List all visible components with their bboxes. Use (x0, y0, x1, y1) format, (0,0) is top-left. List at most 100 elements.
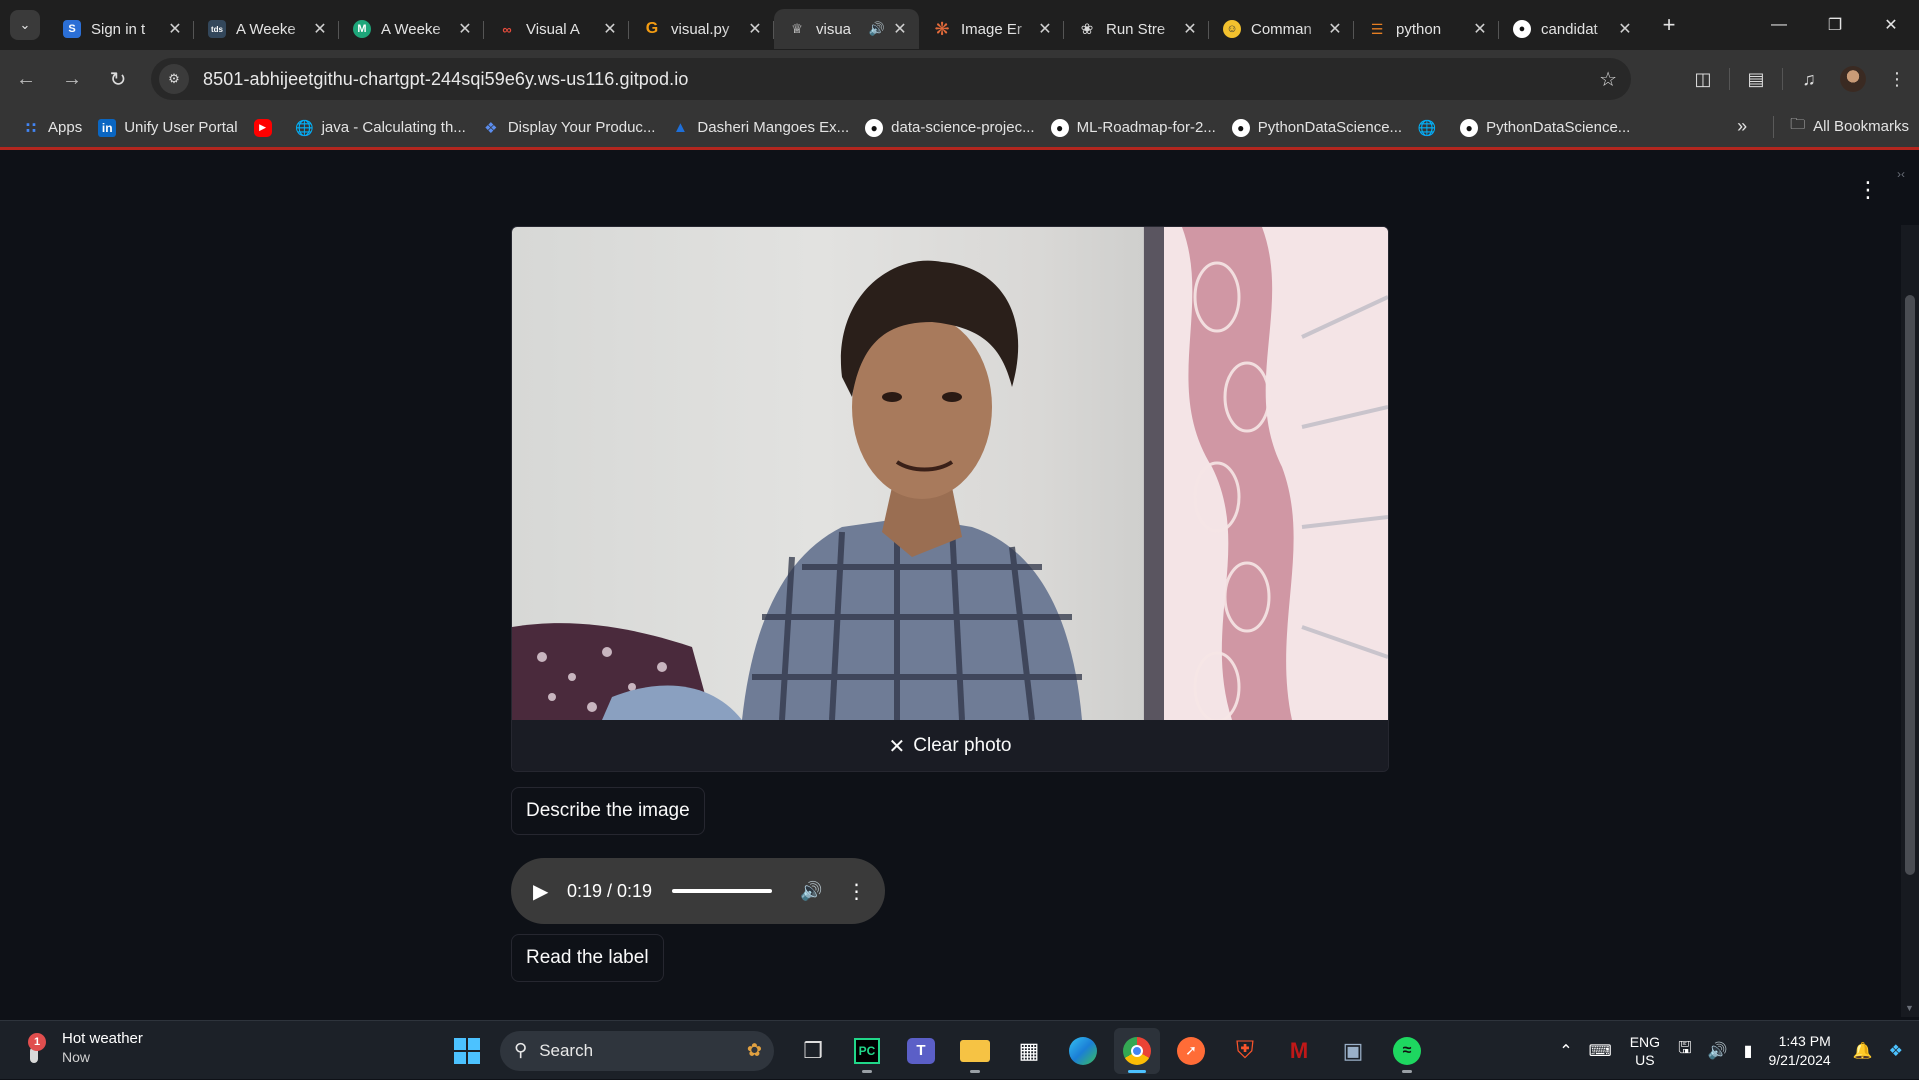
clock[interactable]: 1:43 PM 9/21/2024 (1768, 1032, 1830, 1070)
browser-tab[interactable]: ☺ Comman ✕ (1209, 9, 1354, 49)
close-tab-icon[interactable]: ✕ (1471, 19, 1489, 39)
teams-icon: T (907, 1037, 935, 1064)
page-scrollbar[interactable]: ▼ (1901, 225, 1919, 1017)
bookmark-apps[interactable]: ∷ Apps (14, 113, 90, 143)
keyboard-icon[interactable]: ⌨ (1589, 1041, 1612, 1061)
teams-app[interactable]: T (898, 1028, 944, 1074)
tab-search-button[interactable]: ⌄ (10, 10, 40, 40)
close-tab-icon[interactable]: ✕ (1326, 19, 1344, 39)
copilot-icon[interactable]: ❖ (1889, 1041, 1903, 1061)
browser-tab[interactable]: ❀ Run Stre ✕ (1064, 9, 1209, 49)
app-main-menu-icon[interactable]: ⋮ (1857, 179, 1879, 201)
read-label-button[interactable]: Read the label (511, 934, 664, 982)
describe-image-button[interactable]: Describe the image (511, 787, 705, 835)
taskbar-search[interactable]: ⚲ Search ✿ (500, 1030, 774, 1071)
network-icon[interactable]: 🖫 (1678, 1037, 1692, 1064)
spotify-app[interactable]: ≈ (1384, 1028, 1430, 1074)
media-control-icon[interactable]: ♫ (1787, 59, 1831, 99)
audio-more-icon[interactable]: ⋮ (847, 879, 867, 904)
browser-tab[interactable]: ☰ python ✕ (1354, 9, 1499, 49)
close-tab-icon[interactable]: ✕ (1036, 19, 1054, 39)
bookmark-item[interactable]: ● PythonDataScience... (1452, 113, 1638, 143)
pycharm-app[interactable]: PC (844, 1028, 890, 1074)
browser-tab-strip: ⌄ S Sign in t ✕ tds A Weeke ✕ M A Weeke … (0, 0, 1919, 50)
close-tab-icon[interactable]: ✕ (1181, 19, 1199, 39)
bookmarks-right: » 🗀 All Bookmarks (1737, 114, 1909, 139)
postman-app[interactable]: ➚ (1168, 1028, 1214, 1074)
volume-icon[interactable]: 🔊 (1708, 1041, 1728, 1061)
all-bookmarks-button[interactable]: All Bookmarks (1813, 118, 1909, 135)
clear-photo-button[interactable]: ✕ Clear photo (512, 720, 1388, 771)
clear-photo-label: Clear photo (913, 735, 1012, 756)
bookmark-item[interactable]: ▶ (246, 113, 288, 143)
close-tab-icon[interactable]: ✕ (166, 19, 184, 39)
security-app[interactable]: ▣ (1330, 1028, 1376, 1074)
close-window-button[interactable]: ✕ (1863, 0, 1919, 50)
bookmark-item[interactable]: ❖ Display Your Produc... (474, 113, 664, 143)
browser-tab-active[interactable]: ♕ visua 🔊 ✕ (774, 9, 919, 49)
close-tab-icon[interactable]: ✕ (456, 19, 474, 39)
brave-lion-icon: ⛨ (1236, 1036, 1254, 1064)
restore-button[interactable]: ❐ (1807, 0, 1863, 50)
site-info-button[interactable]: ⚙ (159, 64, 189, 94)
file-explorer-app[interactable] (952, 1028, 998, 1074)
close-tab-icon[interactable]: ✕ (601, 19, 619, 39)
address-bar[interactable]: ⚙ 8501-abhijeetgithu-chartgpt-244sqi59e6… (151, 58, 1631, 100)
browser-tab[interactable]: G visual.py ✕ (629, 9, 774, 49)
collapse-toolbar-icon[interactable]: ›‹ (1897, 167, 1905, 181)
github-icon: ● (865, 118, 884, 137)
bookmark-item[interactable]: ● ML-Roadmap-for-2... (1043, 113, 1224, 143)
store-app[interactable]: ▦ (1006, 1028, 1052, 1074)
browser-tab[interactable]: M A Weeke ✕ (339, 9, 484, 49)
profile-avatar[interactable] (1831, 59, 1875, 99)
forward-button[interactable]: → (52, 59, 92, 99)
bookmark-star-icon[interactable]: ☆ (1599, 67, 1617, 92)
notification-bell-icon[interactable]: 🔔 (1853, 1041, 1873, 1061)
bookmark-item[interactable]: ▲ Dasheri Mangoes Ex... (663, 113, 857, 143)
browser-tab[interactable]: S Sign in t ✕ (49, 9, 194, 49)
start-button[interactable] (444, 1028, 490, 1074)
chevron-up-icon[interactable]: ⌃ (1559, 1041, 1572, 1061)
reload-button[interactable]: ↻ (98, 59, 138, 99)
read-label-label: Read the label (526, 947, 649, 968)
scrollbar-thumb[interactable] (1905, 295, 1915, 875)
url-text[interactable]: 8501-abhijeetgithu-chartgpt-244sqi59e6y.… (203, 69, 688, 90)
bookmark-item[interactable]: in Unify User Portal (90, 113, 245, 143)
chrome-app[interactable] (1114, 1027, 1160, 1074)
bookmark-item[interactable]: ● PythonDataScience... (1224, 113, 1410, 143)
github-icon: ● (1460, 118, 1479, 137)
close-tab-icon[interactable]: ✕ (1616, 19, 1634, 39)
reload-icon: ↻ (109, 68, 127, 91)
bookmark-item[interactable]: 🌐 (1410, 113, 1452, 143)
volume-icon[interactable]: 🔊 (800, 881, 822, 902)
play-icon[interactable]: ▶ (533, 879, 559, 904)
device-security-icon: ▣ (1342, 1037, 1364, 1063)
close-tab-icon[interactable]: ✕ (891, 19, 909, 39)
more-bookmarks-icon[interactable]: » (1737, 116, 1747, 137)
speaker-icon[interactable]: 🔊 (869, 21, 885, 37)
mcafee-app[interactable]: M (1276, 1028, 1322, 1074)
browser-tab[interactable]: ❋ Image Er ✕ (919, 9, 1064, 49)
battery-icon[interactable]: ▮ (1744, 1041, 1753, 1061)
bookmark-item[interactable]: 🌐 java - Calculating th... (288, 113, 474, 143)
close-tab-icon[interactable]: ✕ (746, 19, 764, 39)
browser-tab[interactable]: ● candidat ✕ (1499, 9, 1644, 49)
browser-tab[interactable]: tds A Weeke ✕ (194, 9, 339, 49)
edge-app[interactable] (1060, 1028, 1106, 1074)
language-indicator[interactable]: ENG US (1630, 1033, 1660, 1069)
weather-widget[interactable]: 1 Hot weather Now (24, 1029, 143, 1067)
close-tab-icon[interactable]: ✕ (311, 19, 329, 39)
bookmark-item[interactable]: ● data-science-projec... (857, 113, 1042, 143)
back-button[interactable]: ← (6, 59, 46, 99)
minimize-button[interactable]: — (1751, 0, 1807, 50)
browser-tab[interactable]: ∞ Visual A ✕ (484, 9, 629, 49)
task-view-button[interactable]: ❒ (790, 1028, 836, 1074)
chrome-menu-icon[interactable]: ⋮ (1875, 59, 1919, 99)
side-panel-icon[interactable]: ▤ (1734, 59, 1778, 99)
scroll-down-arrow-icon[interactable]: ▼ (1905, 1003, 1914, 1013)
new-tab-button[interactable]: + (1652, 8, 1686, 42)
extensions-icon[interactable]: ◫ (1681, 59, 1725, 99)
audio-seek-bar[interactable] (672, 889, 773, 893)
tab-title: python (1396, 20, 1442, 38)
brave-app[interactable]: ⛨ (1222, 1028, 1268, 1074)
